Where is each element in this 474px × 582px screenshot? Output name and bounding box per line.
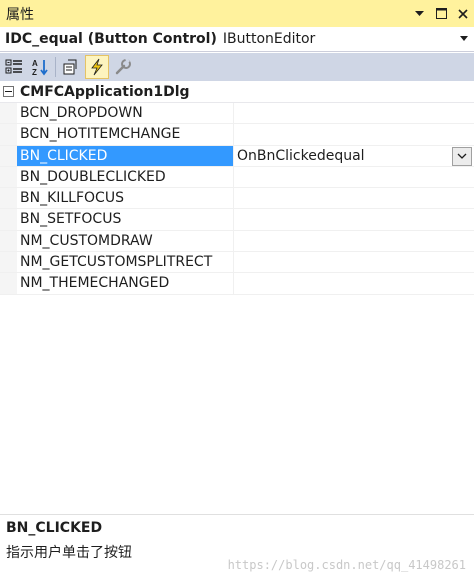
properties-button[interactable]: [59, 55, 83, 79]
event-row[interactable]: BCN_DROPDOWN: [0, 103, 474, 125]
row-gutter: [0, 209, 17, 230]
handler-value-text: OnBnClickedequal: [237, 147, 365, 164]
control-events-button[interactable]: [85, 55, 109, 79]
event-row[interactable]: BN_CLICKED OnBnClickedequal: [0, 145, 474, 167]
handler-value[interactable]: OnBnClickedequal: [234, 146, 474, 166]
description-title: BN_CLICKED: [6, 520, 103, 536]
handler-value[interactable]: [234, 273, 474, 293]
title-bar: 属性: [0, 0, 474, 27]
handler-value[interactable]: [234, 252, 474, 272]
event-row[interactable]: BN_DOUBLECLICKED: [0, 166, 474, 189]
alphabetical-icon: A Z: [32, 59, 48, 76]
object-selector[interactable]: IDC_equal (Button Control) IButtonEditor: [0, 27, 474, 52]
event-row[interactable]: BCN_HOTITEMCHANGE: [0, 124, 474, 146]
wrench-icon: [115, 58, 131, 75]
category-header[interactable]: CMFCApplication1Dlg: [0, 81, 474, 103]
close-button[interactable]: [452, 0, 474, 27]
event-name[interactable]: BN_KILLFOCUS: [17, 188, 234, 209]
event-row[interactable]: NM_THEMECHANGED: [0, 273, 474, 295]
event-rows: BCN_DROPDOWN BCN_HOTITEMCHANGE BN_CLICKED O…: [0, 103, 474, 295]
handler-value[interactable]: [234, 103, 474, 123]
categorized-button[interactable]: [2, 55, 26, 79]
collapse-icon[interactable]: [3, 86, 14, 97]
chevron-down-icon: [414, 10, 424, 16]
categorized-icon: [5, 59, 22, 74]
close-icon: [458, 8, 468, 19]
event-name[interactable]: NM_CUSTOMDRAW: [17, 230, 234, 252]
property-pages-button[interactable]: [111, 55, 135, 79]
description-panel: BN_CLICKED 指示用户单击了按钮 https://blog.csdn.n…: [0, 515, 474, 582]
event-name[interactable]: BN_DOUBLECLICKED: [17, 166, 234, 188]
maximize-icon: [435, 8, 447, 19]
event-row[interactable]: BN_KILLFOCUS: [0, 188, 474, 210]
event-row[interactable]: NM_GETCUSTOMSPLITRECT: [0, 252, 474, 274]
chevron-down-icon[interactable]: [460, 36, 468, 41]
handler-dropdown-button[interactable]: [452, 146, 472, 166]
row-gutter: [0, 124, 17, 145]
row-gutter: [0, 230, 17, 252]
event-name[interactable]: BN_CLICKED: [17, 145, 234, 166]
maximize-button[interactable]: [430, 0, 452, 27]
svg-text:A: A: [32, 59, 38, 68]
row-gutter: [0, 103, 17, 124]
handler-value[interactable]: [234, 124, 474, 144]
event-row[interactable]: NM_CUSTOMDRAW: [0, 230, 474, 253]
event-name[interactable]: BCN_DROPDOWN: [17, 103, 234, 124]
row-gutter: [0, 252, 17, 273]
property-grid: CMFCApplication1Dlg BCN_DROPDOWN BCN_HOTI…: [0, 81, 474, 295]
alphabetical-button[interactable]: A Z: [28, 55, 52, 79]
object-type: IButtonEditor: [222, 31, 316, 47]
event-name[interactable]: NM_THEMECHANGED: [17, 273, 234, 294]
description-text: 指示用户单击了按钮: [6, 545, 132, 561]
watermark: https://blog.csdn.net/qq_41498261: [227, 558, 466, 572]
properties-toolbar: A Z: [0, 53, 474, 81]
event-row[interactable]: BN_SETFOCUS: [0, 209, 474, 231]
handler-value[interactable]: [234, 209, 474, 229]
properties-icon: [63, 59, 77, 75]
category-label: CMFCApplication1Dlg: [20, 83, 190, 100]
row-gutter: [0, 166, 17, 188]
event-name[interactable]: BN_SETFOCUS: [17, 209, 234, 230]
window-title: 属性: [6, 6, 34, 23]
handler-value[interactable]: [234, 188, 474, 208]
row-gutter: [0, 145, 17, 166]
chevron-down-icon: [457, 153, 467, 160]
row-gutter: [0, 188, 17, 209]
handler-value[interactable]: [234, 231, 474, 251]
svg-text:Z: Z: [32, 68, 37, 76]
window-menu-button[interactable]: [408, 0, 430, 27]
event-name[interactable]: NM_GETCUSTOMSPLITRECT: [17, 252, 234, 273]
handler-value[interactable]: [234, 167, 474, 187]
object-name: IDC_equal (Button Control): [5, 31, 217, 47]
control-events-icon: [91, 58, 103, 76]
event-name[interactable]: BCN_HOTITEMCHANGE: [17, 124, 234, 145]
window-controls: [408, 0, 474, 27]
toolbar-separator: [55, 57, 56, 77]
row-gutter: [0, 273, 17, 294]
